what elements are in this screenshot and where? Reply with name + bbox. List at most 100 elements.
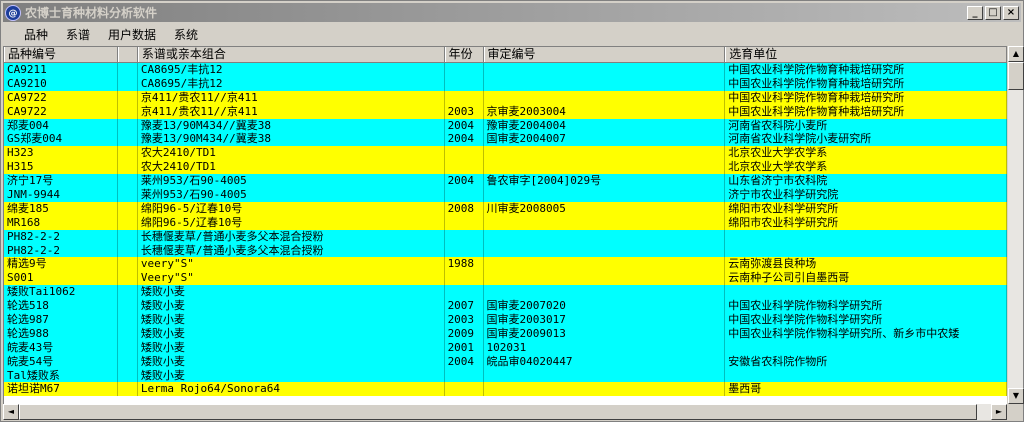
variety-id-cell[interactable]: 皖麦54号 [4,354,118,369]
year-cell[interactable]: 2003 [445,104,484,119]
pedigree-cell[interactable]: veery"S" [138,257,445,272]
variety-id-cell[interactable]: 绵麦185 [4,201,118,216]
vertical-scroll-thumb[interactable] [1008,62,1024,90]
year-cell[interactable]: 2004 [445,132,484,147]
pedigree-cell[interactable]: 矮败小麦 [138,285,445,300]
approval-id-cell[interactable]: 皖品审04020447 [484,354,726,369]
approval-id-cell[interactable]: 国审麦2003017 [484,313,726,327]
menu-user-data[interactable]: 用户数据 [99,26,165,43]
approval-id-cell[interactable] [484,90,726,105]
approval-id-cell[interactable] [484,285,726,300]
app-icon[interactable]: @ [5,4,21,21]
table-row[interactable]: S001 Veery"S" 云南种子公司引自墨西哥 [4,271,1007,286]
approval-id-cell[interactable] [484,368,726,383]
pedigree-cell[interactable]: 矮败小麦 [138,340,445,355]
approval-id-cell[interactable] [484,257,726,272]
table-row[interactable]: 精选9号 veery"S" 1988 云南弥渡县良种场 [4,257,1007,272]
close-button[interactable]: × [1003,5,1019,20]
table-row[interactable]: 济宁17号 莱州953/石90-4005 2004 鲁农审字[2004]029号 山东省… [4,174,1007,189]
variety-id-cell[interactable]: MR168 [4,215,118,230]
breeder-cell[interactable]: 中国农业科学院作物育种栽培研究所 [725,76,1007,91]
blank-cell[interactable] [118,382,138,397]
table-row[interactable]: JNM-9944 莱州953/石90-4005 济宁市农业科学研究院 [4,188,1007,202]
pedigree-cell[interactable]: 京411/贵农11//京411 [138,90,445,105]
table-row[interactable]: 皖麦43号 矮败小麦 2001 102031 [4,340,1007,355]
approval-id-cell[interactable]: 102031 [484,340,726,355]
year-cell[interactable] [445,76,484,91]
pedigree-cell[interactable]: 农大2410/TD1 [138,160,445,175]
year-cell[interactable] [445,188,484,202]
pedigree-cell[interactable]: 京411/贵农11//京411 [138,104,445,119]
blank-cell[interactable] [118,229,138,244]
variety-id-cell[interactable]: H315 [4,160,118,175]
blank-cell[interactable] [118,299,138,314]
blank-cell[interactable] [118,215,138,230]
year-cell[interactable] [445,285,484,300]
pedigree-cell[interactable]: 矮败小麦 [138,368,445,383]
approval-id-cell[interactable] [484,160,726,175]
table-row[interactable]: 皖麦54号 矮败小麦 2004 皖品审04020447 安徽省农科院作物所 [4,354,1007,369]
blank-cell[interactable] [118,243,138,258]
blank-cell[interactable] [118,340,138,355]
pedigree-cell[interactable]: 长穗偃麦草/普通小麦多父本混合授粉 [138,229,445,244]
scroll-down-button[interactable]: ▼ [1008,388,1024,404]
year-cell[interactable] [445,271,484,286]
breeder-cell[interactable]: 绵阳市农业科学研究所 [725,215,1007,230]
approval-id-cell[interactable] [484,76,726,91]
blank-cell[interactable] [118,326,138,341]
year-cell[interactable] [445,243,484,258]
blank-cell[interactable] [118,146,138,161]
column-header-year[interactable]: 年份 [444,47,484,62]
pedigree-cell[interactable]: 豫麦13/90M434//冀麦38 [138,118,445,133]
blank-cell[interactable] [118,104,138,119]
blank-cell[interactable] [118,174,138,189]
approval-id-cell[interactable] [484,146,726,161]
breeder-cell[interactable]: 安徽省农科院作物所 [725,354,1007,369]
variety-id-cell[interactable]: 轮选988 [4,326,118,341]
variety-id-cell[interactable]: CA9210 [4,76,118,91]
breeder-cell[interactable]: 北京农业大学农学系 [725,160,1007,175]
variety-id-cell[interactable]: PH82-2-2 [4,229,118,244]
blank-cell[interactable] [118,188,138,202]
year-cell[interactable]: 2004 [445,174,484,189]
blank-cell[interactable] [118,271,138,286]
vertical-scrollbar[interactable]: ▲ ▼ [1007,46,1024,404]
variety-id-cell[interactable]: CA9722 [4,104,118,119]
approval-id-cell[interactable]: 鲁农审字[2004]029号 [484,174,726,189]
breeder-cell[interactable]: 中国农业科学院作物育种栽培研究所 [725,63,1007,77]
breeder-cell[interactable] [725,285,1007,300]
table-row[interactable]: 轮选988 矮败小麦 2009 国审麦2009013 中国农业科学院作物科学研究所、新乡… [4,326,1007,341]
variety-id-cell[interactable]: 精选9号 [4,257,118,272]
table-row[interactable]: 郑麦004 豫麦13/90M434//冀麦38 2004 豫审麦2004004 河南省农… [4,118,1007,133]
table-row[interactable]: H323 农大2410/TD1 北京农业大学农学系 [4,146,1007,161]
variety-id-cell[interactable]: GS郑麦004 [4,132,118,147]
table-row[interactable]: MR168 绵阳96-5/辽春10号 绵阳市农业科学研究所 [4,215,1007,230]
breeder-cell[interactable]: 墨西哥 [725,382,1007,397]
blank-cell[interactable] [118,76,138,91]
pedigree-cell[interactable]: 绵阳96-5/辽春10号 [138,201,445,216]
pedigree-cell[interactable]: Veery"S" [138,271,445,286]
table-row[interactable]: CA9210 CA8695/丰抗12 中国农业科学院作物育种栽培研究所 [4,76,1007,91]
variety-id-cell[interactable]: 皖麦43号 [4,340,118,355]
scroll-left-button[interactable]: ◄ [3,404,19,420]
variety-id-cell[interactable]: CA9211 [4,63,118,77]
variety-id-cell[interactable]: 矮败Tai1062 [4,285,118,300]
approval-id-cell[interactable]: 川审麦2008005 [484,201,726,216]
approval-id-cell[interactable] [484,243,726,258]
approval-id-cell[interactable] [484,229,726,244]
pedigree-cell[interactable]: 矮败小麦 [138,313,445,327]
year-cell[interactable] [445,368,484,383]
table-row[interactable]: 诺坦诺M67 Lerma Rojo64/Sonora64 墨西哥 [4,382,1007,397]
year-cell[interactable]: 1988 [445,257,484,272]
breeder-cell[interactable] [725,229,1007,244]
variety-id-cell[interactable]: S001 [4,271,118,286]
pedigree-cell[interactable]: 矮败小麦 [138,326,445,341]
table-row[interactable]: Tal矮败系 矮败小麦 [4,368,1007,383]
variety-id-cell[interactable]: 轮选987 [4,313,118,327]
column-header-breeder[interactable]: 选育单位 [725,47,1007,62]
pedigree-cell[interactable]: CA8695/丰抗12 [138,76,445,91]
pedigree-cell[interactable]: 豫麦13/90M434//冀麦38 [138,132,445,147]
breeder-cell[interactable]: 中国农业科学院作物科学研究所 [725,313,1007,327]
column-header-blank[interactable] [117,47,138,62]
blank-cell[interactable] [118,118,138,133]
